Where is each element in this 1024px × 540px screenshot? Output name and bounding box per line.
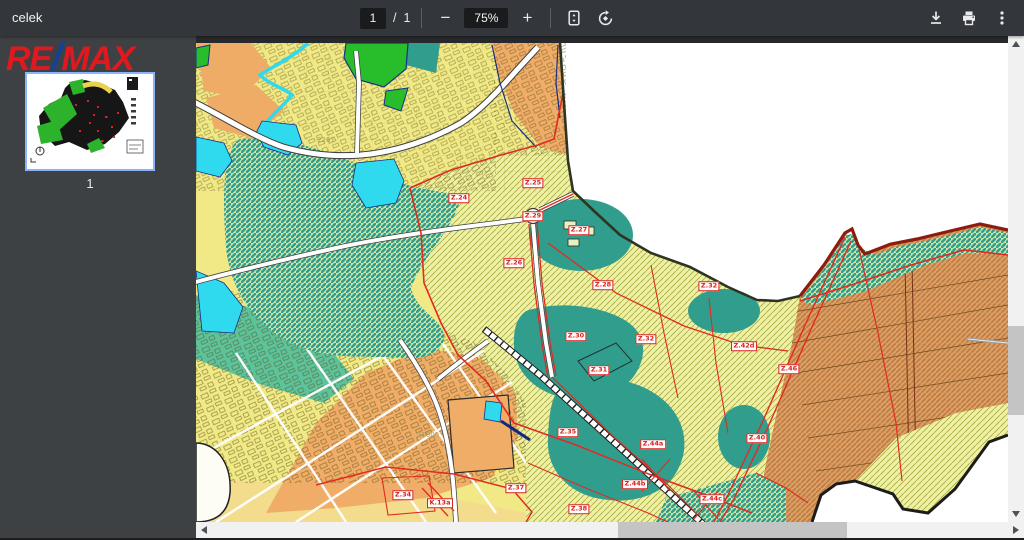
- remax-logo: RE/MAX: [6, 40, 134, 79]
- zone-label-Z.44b: Z.44b: [622, 479, 648, 489]
- fit-to-page-button[interactable]: [562, 6, 586, 30]
- zone-label-layer: Z.24 Z.25 Z.29 Z.27 Z.26 Z.28 Z.32 Z.30 Z.32 Z.31…: [196, 43, 1008, 522]
- zoom-level-display: 75%: [464, 8, 508, 28]
- page-number-input[interactable]: [360, 8, 386, 29]
- zone-label-Z.27: Z.27: [568, 225, 589, 235]
- toolbar-divider: [550, 8, 551, 28]
- document-title: celek: [12, 0, 42, 36]
- remax-logo-max: MAX: [61, 40, 134, 78]
- scroll-down-arrow-icon[interactable]: [1012, 511, 1020, 517]
- zone-label-Z.42d: Z.42d: [731, 341, 757, 351]
- zoom-in-button[interactable]: +: [515, 6, 539, 30]
- print-button[interactable]: [957, 6, 981, 30]
- pdf-content-area: Z.24 Z.25 Z.29 Z.27 Z.26 Z.28 Z.32 Z.30 Z.32 Z.31…: [196, 36, 1008, 522]
- download-icon: [928, 10, 944, 26]
- scroll-right-arrow-icon[interactable]: [1013, 526, 1019, 534]
- vertical-scrollbar-thumb[interactable]: [1008, 326, 1024, 415]
- thumbnail-map-preview: [27, 74, 149, 165]
- zone-label-Z.31: Z.31: [588, 365, 609, 375]
- vertical-scrollbar[interactable]: [1008, 36, 1024, 522]
- fit-to-page-icon: [566, 10, 582, 26]
- zone-label-Z.35: Z.35: [557, 427, 578, 437]
- pdf-page[interactable]: Z.24 Z.25 Z.29 Z.27 Z.26 Z.28 Z.32 Z.30 Z.32 Z.31…: [196, 43, 1008, 522]
- horizontal-scrollbar[interactable]: [196, 522, 1024, 538]
- parcel-number-2261: 2261: [317, 136, 335, 144]
- thumbnail-sidebar: 1: [0, 36, 196, 540]
- pdf-viewer-window: celek / 1 − 75% +: [0, 0, 1024, 540]
- zone-label-Z.32: Z.32: [635, 334, 656, 344]
- zone-label-Z.37: Z.37: [505, 483, 526, 493]
- page-thumbnail[interactable]: [25, 72, 155, 171]
- more-options-button[interactable]: [990, 6, 1014, 30]
- zone-label-Z.46: Z.46: [778, 364, 799, 374]
- rotate-button[interactable]: [593, 6, 617, 30]
- download-button[interactable]: [924, 6, 948, 30]
- zone-label-Z.29: Z.29: [522, 211, 543, 221]
- zone-label-Z.28: Z.28: [592, 280, 613, 290]
- zone-label-Z.34: Z.34: [392, 490, 413, 500]
- zone-label-Z.30: Z.30: [565, 331, 586, 341]
- plus-icon: +: [522, 8, 532, 28]
- print-icon: [961, 10, 977, 26]
- scroll-up-arrow-icon[interactable]: [1012, 41, 1020, 47]
- minus-icon: −: [440, 8, 450, 28]
- zone-label-Z.24: Z.24: [448, 193, 469, 203]
- page-separator: /: [393, 11, 396, 25]
- horizontal-scrollbar-thumb[interactable]: [618, 522, 847, 538]
- remax-logo-re: RE: [6, 40, 51, 78]
- toolbar-divider: [421, 8, 422, 28]
- zone-label-Z.44c: Z.44c: [699, 494, 724, 504]
- zone-label-Z.38: Z.38: [568, 504, 589, 514]
- zone-label-Z.26: Z.26: [503, 258, 524, 268]
- zone-label-Z.40: Z.40: [746, 433, 767, 443]
- zone-label-Z.44a: Z.44a: [640, 439, 666, 449]
- toolbar-center-controls: / 1 − 75% +: [360, 0, 617, 36]
- pdf-toolbar: celek / 1 − 75% +: [0, 0, 1024, 36]
- parcel-number-31000: 31000: [417, 431, 439, 439]
- page-total: 1: [403, 11, 410, 25]
- toolbar-right-controls: [924, 0, 1014, 36]
- rotate-counterclockwise-icon: [597, 10, 614, 27]
- scroll-left-arrow-icon[interactable]: [201, 526, 207, 534]
- thumbnail-page-number: 1: [0, 176, 180, 191]
- zoom-out-button[interactable]: −: [433, 6, 457, 30]
- zone-label-Z.32: Z.32: [698, 281, 719, 291]
- remax-logo-slash: /: [51, 35, 61, 79]
- zone-label-Z.25: Z.25: [522, 178, 543, 188]
- kebab-menu-icon: [994, 10, 1010, 26]
- zone-label-K.13a: K.13a: [427, 498, 453, 508]
